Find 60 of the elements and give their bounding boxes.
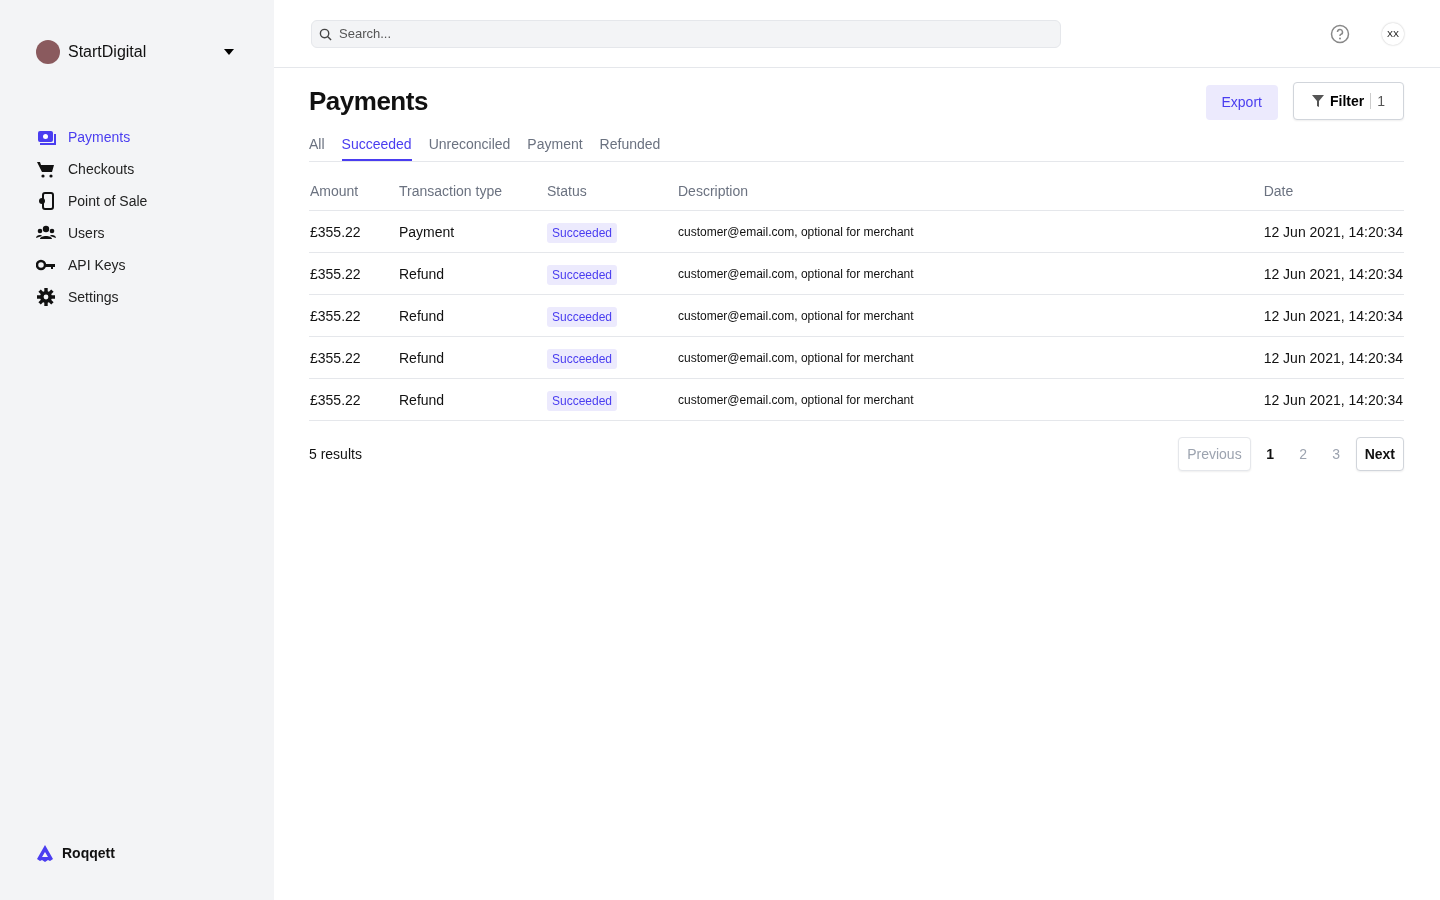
cart-icon bbox=[36, 159, 56, 179]
amount-cell: £355.22 bbox=[309, 378, 398, 421]
account-name[interactable]: StartDigital bbox=[68, 43, 216, 61]
filter-button[interactable]: Filter 1 bbox=[1292, 82, 1404, 120]
column-header: Status bbox=[546, 172, 677, 211]
settings-icon bbox=[36, 287, 56, 307]
description-cell: customer@email.com, optional for merchant bbox=[677, 294, 1263, 337]
status-badge: Succeeded bbox=[547, 390, 618, 411]
description-cell: customer@email.com, optional for merchant bbox=[677, 336, 1263, 379]
date-cell: 12 Jun 2021, 14:20:34 bbox=[1262, 378, 1404, 421]
column-header: Transaction type bbox=[398, 172, 546, 211]
status-badge: Succeeded bbox=[547, 306, 618, 327]
date-cell: 12 Jun 2021, 14:20:34 bbox=[1262, 336, 1404, 379]
sidebar-item[interactable]: API Keys bbox=[36, 254, 238, 276]
sidebar-item[interactable]: Checkouts bbox=[36, 158, 238, 180]
phone-icon bbox=[36, 191, 56, 211]
status-badge: Succeeded bbox=[547, 264, 618, 285]
logo-icon bbox=[36, 844, 54, 862]
filter-tab[interactable]: Succeeded bbox=[341, 136, 412, 161]
filter-tab[interactable]: Refunded bbox=[599, 136, 661, 161]
status-badge: Succeeded bbox=[547, 222, 618, 243]
help-icon[interactable] bbox=[1330, 23, 1350, 44]
type-cell: Refund bbox=[398, 336, 546, 379]
date-cell: 12 Jun 2021, 14:20:34 bbox=[1262, 210, 1404, 253]
export-button[interactable]: Export bbox=[1205, 84, 1278, 120]
user-avatar[interactable]: XX bbox=[1382, 22, 1404, 45]
next-button[interactable]: Next bbox=[1355, 437, 1404, 471]
filter-tab[interactable]: All bbox=[309, 136, 325, 161]
sidebar-item[interactable]: Payments bbox=[36, 126, 238, 148]
type-cell: Payment bbox=[398, 210, 546, 253]
page-number[interactable]: 1 bbox=[1256, 445, 1284, 463]
date-cell: 12 Jun 2021, 14:20:34 bbox=[1262, 252, 1404, 295]
status-badge: Succeeded bbox=[547, 348, 618, 369]
column-header: Description bbox=[677, 172, 1263, 211]
brand-name: Roqqett bbox=[62, 845, 115, 861]
type-cell: Refund bbox=[398, 378, 546, 421]
description-cell: customer@email.com, optional for merchant bbox=[677, 252, 1263, 295]
filter-tab[interactable]: Unreconciled bbox=[428, 136, 511, 161]
sidebar-item[interactable]: Users bbox=[36, 222, 238, 244]
description-cell: customer@email.com, optional for merchant bbox=[677, 210, 1263, 253]
results-count: 5 results bbox=[309, 446, 363, 462]
caret-icon[interactable] bbox=[224, 49, 234, 55]
amount-cell: £355.22 bbox=[309, 210, 398, 253]
sidebar-item[interactable]: Point of Sale bbox=[36, 190, 238, 212]
type-cell: Refund bbox=[398, 252, 546, 295]
amount-cell: £355.22 bbox=[309, 294, 398, 337]
filter-icon bbox=[1311, 95, 1324, 107]
column-header: Date bbox=[1262, 172, 1404, 211]
description-cell: customer@email.com, optional for merchant bbox=[677, 378, 1263, 421]
date-cell: 12 Jun 2021, 14:20:34 bbox=[1262, 294, 1404, 337]
type-cell: Refund bbox=[398, 294, 546, 337]
search-field[interactable]: Search... bbox=[311, 19, 1061, 48]
amount-cell: £355.22 bbox=[309, 336, 398, 379]
page-title: Payments bbox=[309, 85, 429, 117]
column-header: Amount bbox=[309, 172, 398, 211]
search-icon bbox=[319, 27, 332, 41]
amount-cell: £355.22 bbox=[309, 252, 398, 295]
account-avatar bbox=[36, 40, 60, 64]
sidebar-item[interactable]: Settings bbox=[36, 286, 238, 308]
filter-tab[interactable]: Payment bbox=[527, 136, 583, 161]
